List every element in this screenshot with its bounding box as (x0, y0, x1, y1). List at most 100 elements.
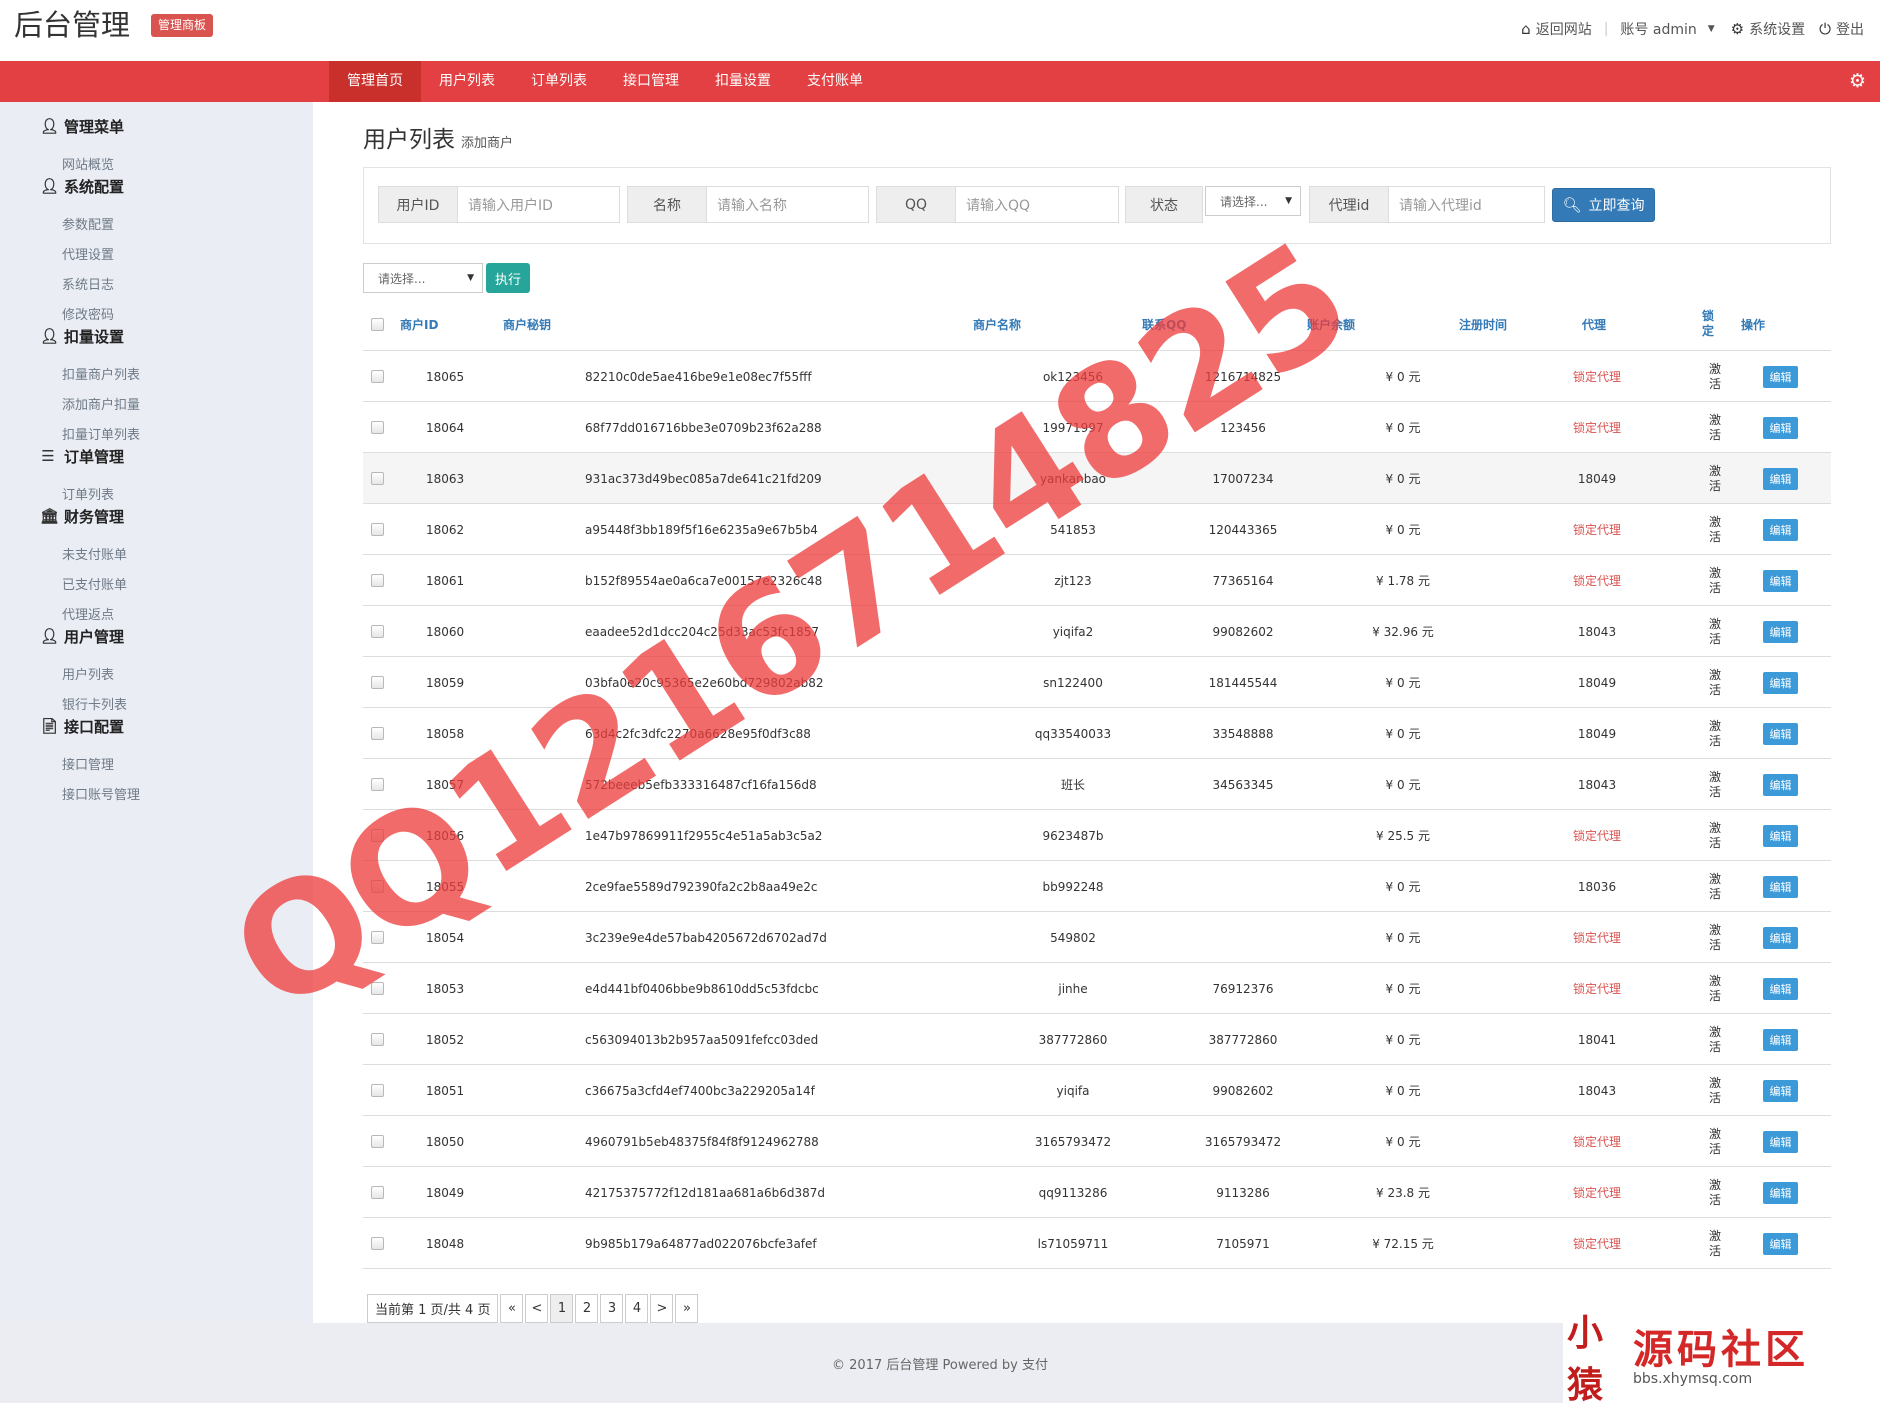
row-checkbox[interactable] (371, 1065, 384, 1116)
col-header-agent[interactable]: 代理 (1582, 298, 1606, 350)
sidebar-item[interactable]: 用户列表 (62, 664, 114, 683)
row-checkbox[interactable] (371, 810, 384, 861)
edit-button[interactable]: 编辑 (1763, 722, 1798, 745)
sidebar-item[interactable]: 添加商户扣量 (62, 394, 140, 413)
back-to-site-link[interactable]: ⌂ 返回网站 (1521, 19, 1592, 39)
sidebar-group-title[interactable]: 👤︎ 用户管理 (40, 626, 124, 647)
sidebar-item[interactable]: 系统日志 (62, 274, 114, 293)
col-header-id[interactable]: 商户ID (400, 298, 438, 350)
col-header-reg-time[interactable]: 注册时间 (1459, 298, 1507, 350)
cell-agent[interactable]: 锁定代理 (1552, 555, 1642, 606)
search-button[interactable]: 🔍︎ 立即查询 (1552, 188, 1655, 222)
page-last-button[interactable]: » (675, 1294, 699, 1323)
name-input[interactable]: 请输入名称 (707, 187, 868, 222)
account-dropdown[interactable]: 账号 admin ▼ (1620, 19, 1714, 39)
sidebar-item[interactable]: 订单列表 (62, 484, 114, 503)
row-checkbox[interactable] (371, 1116, 384, 1167)
nav-tab[interactable]: 订单列表 (513, 61, 605, 102)
row-checkbox[interactable] (371, 912, 384, 963)
row-checkbox[interactable] (371, 1167, 384, 1218)
cell-agent[interactable]: 锁定代理 (1552, 402, 1642, 453)
row-checkbox[interactable] (371, 1014, 384, 1065)
nav-tab[interactable]: 管理首页 (329, 61, 421, 102)
sidebar-item[interactable]: 扣量订单列表 (62, 424, 140, 443)
sidebar-item[interactable]: 已支付账单 (62, 574, 127, 593)
sidebar-item[interactable]: 接口账号管理 (62, 784, 140, 803)
row-checkbox[interactable] (371, 606, 384, 657)
execute-button[interactable]: 执行 (486, 263, 530, 293)
row-checkbox[interactable] (371, 453, 384, 504)
nav-tab[interactable]: 支付账单 (789, 61, 881, 102)
sidebar-item[interactable]: 参数配置 (62, 214, 114, 233)
edit-button[interactable]: 编辑 (1763, 416, 1798, 439)
row-checkbox[interactable] (371, 963, 384, 1014)
sidebar-item[interactable]: 接口管理 (62, 754, 114, 773)
agent-id-input[interactable]: 请输入代理id (1389, 187, 1544, 222)
edit-button[interactable]: 编辑 (1763, 926, 1798, 949)
sidebar-group-title[interactable]: ☰ 订单管理 (40, 446, 124, 467)
col-header-lock[interactable]: 锁定 (1702, 298, 1716, 350)
edit-button[interactable]: 编辑 (1763, 569, 1798, 592)
edit-button[interactable]: 编辑 (1763, 620, 1798, 643)
row-checkbox[interactable] (371, 402, 384, 453)
sidebar-item[interactable]: 代理设置 (62, 244, 114, 263)
sidebar-group-title[interactable]: 🏛︎ 财务管理 (40, 506, 124, 527)
add-merchant-link[interactable]: 添加商户 (461, 136, 513, 151)
edit-button[interactable]: 编辑 (1763, 977, 1798, 1000)
cell-agent[interactable]: 锁定代理 (1552, 963, 1642, 1014)
row-checkbox[interactable] (371, 504, 384, 555)
row-checkbox[interactable] (371, 1218, 384, 1269)
row-checkbox[interactable] (371, 657, 384, 708)
row-checkbox[interactable] (371, 555, 384, 606)
sidebar-item[interactable]: 代理返点 (62, 604, 114, 623)
edit-button[interactable]: 编辑 (1763, 467, 1798, 490)
page-next-button[interactable]: > (650, 1294, 674, 1323)
row-checkbox[interactable] (371, 351, 384, 402)
page-number-button[interactable]: 3 (600, 1294, 624, 1323)
user-id-input[interactable]: 请输入用户ID (458, 187, 619, 222)
row-checkbox[interactable] (371, 861, 384, 912)
gear-icon[interactable]: ⚙ (1849, 70, 1866, 92)
bulk-action-select[interactable]: 请选择... ▼ (363, 263, 483, 293)
edit-button[interactable]: 编辑 (1763, 671, 1798, 694)
col-header-name[interactable]: 商户名称 (973, 298, 1021, 350)
edit-button[interactable]: 编辑 (1763, 1028, 1798, 1051)
edit-button[interactable]: 编辑 (1763, 1079, 1798, 1102)
edit-button[interactable]: 编辑 (1763, 773, 1798, 796)
sidebar-item[interactable]: 银行卡列表 (62, 694, 127, 713)
sidebar-item[interactable]: 网站概览 (62, 154, 114, 173)
page-number-button[interactable]: 2 (575, 1294, 599, 1323)
col-header-qq[interactable]: 联系QQ (1142, 298, 1186, 350)
sidebar-item[interactable]: 未支付账单 (62, 544, 127, 563)
nav-tab[interactable]: 扣量设置 (697, 61, 789, 102)
page-prev-button[interactable]: < (525, 1294, 549, 1323)
cell-agent[interactable]: 锁定代理 (1552, 1218, 1642, 1269)
sidebar-group-title[interactable]: 👤︎ 管理菜单 (40, 116, 124, 137)
edit-button[interactable]: 编辑 (1763, 1130, 1798, 1153)
nav-tab[interactable]: 用户列表 (421, 61, 513, 102)
qq-input[interactable]: 请输入QQ (956, 187, 1118, 222)
edit-button[interactable]: 编辑 (1763, 1181, 1798, 1204)
cell-agent[interactable]: 锁定代理 (1552, 351, 1642, 402)
page-number-button[interactable]: 1 (550, 1294, 574, 1323)
sidebar-item[interactable]: 修改密码 (62, 304, 114, 323)
nav-tab[interactable]: 接口管理 (605, 61, 697, 102)
edit-button[interactable]: 编辑 (1763, 875, 1798, 898)
edit-button[interactable]: 编辑 (1763, 518, 1798, 541)
edit-button[interactable]: 编辑 (1763, 824, 1798, 847)
row-checkbox[interactable] (371, 759, 384, 810)
sidebar-group-title[interactable]: 📄︎ 接口配置 (40, 716, 124, 737)
cell-agent[interactable]: 锁定代理 (1552, 912, 1642, 963)
status-select[interactable]: 请选择... ▼ (1205, 186, 1301, 216)
edit-button[interactable]: 编辑 (1763, 1232, 1798, 1255)
col-header-key[interactable]: 商户秘钥 (503, 298, 551, 350)
sidebar-item[interactable]: 扣量商户列表 (62, 364, 140, 383)
row-checkbox[interactable] (371, 708, 384, 759)
cell-agent[interactable]: 锁定代理 (1552, 504, 1642, 555)
cell-agent[interactable]: 锁定代理 (1552, 810, 1642, 861)
system-settings-link[interactable]: ⚙ 系统设置 (1731, 19, 1805, 39)
page-first-button[interactable]: « (500, 1294, 524, 1323)
cell-agent[interactable]: 锁定代理 (1552, 1116, 1642, 1167)
page-number-button[interactable]: 4 (625, 1294, 649, 1323)
edit-button[interactable]: 编辑 (1763, 365, 1798, 388)
